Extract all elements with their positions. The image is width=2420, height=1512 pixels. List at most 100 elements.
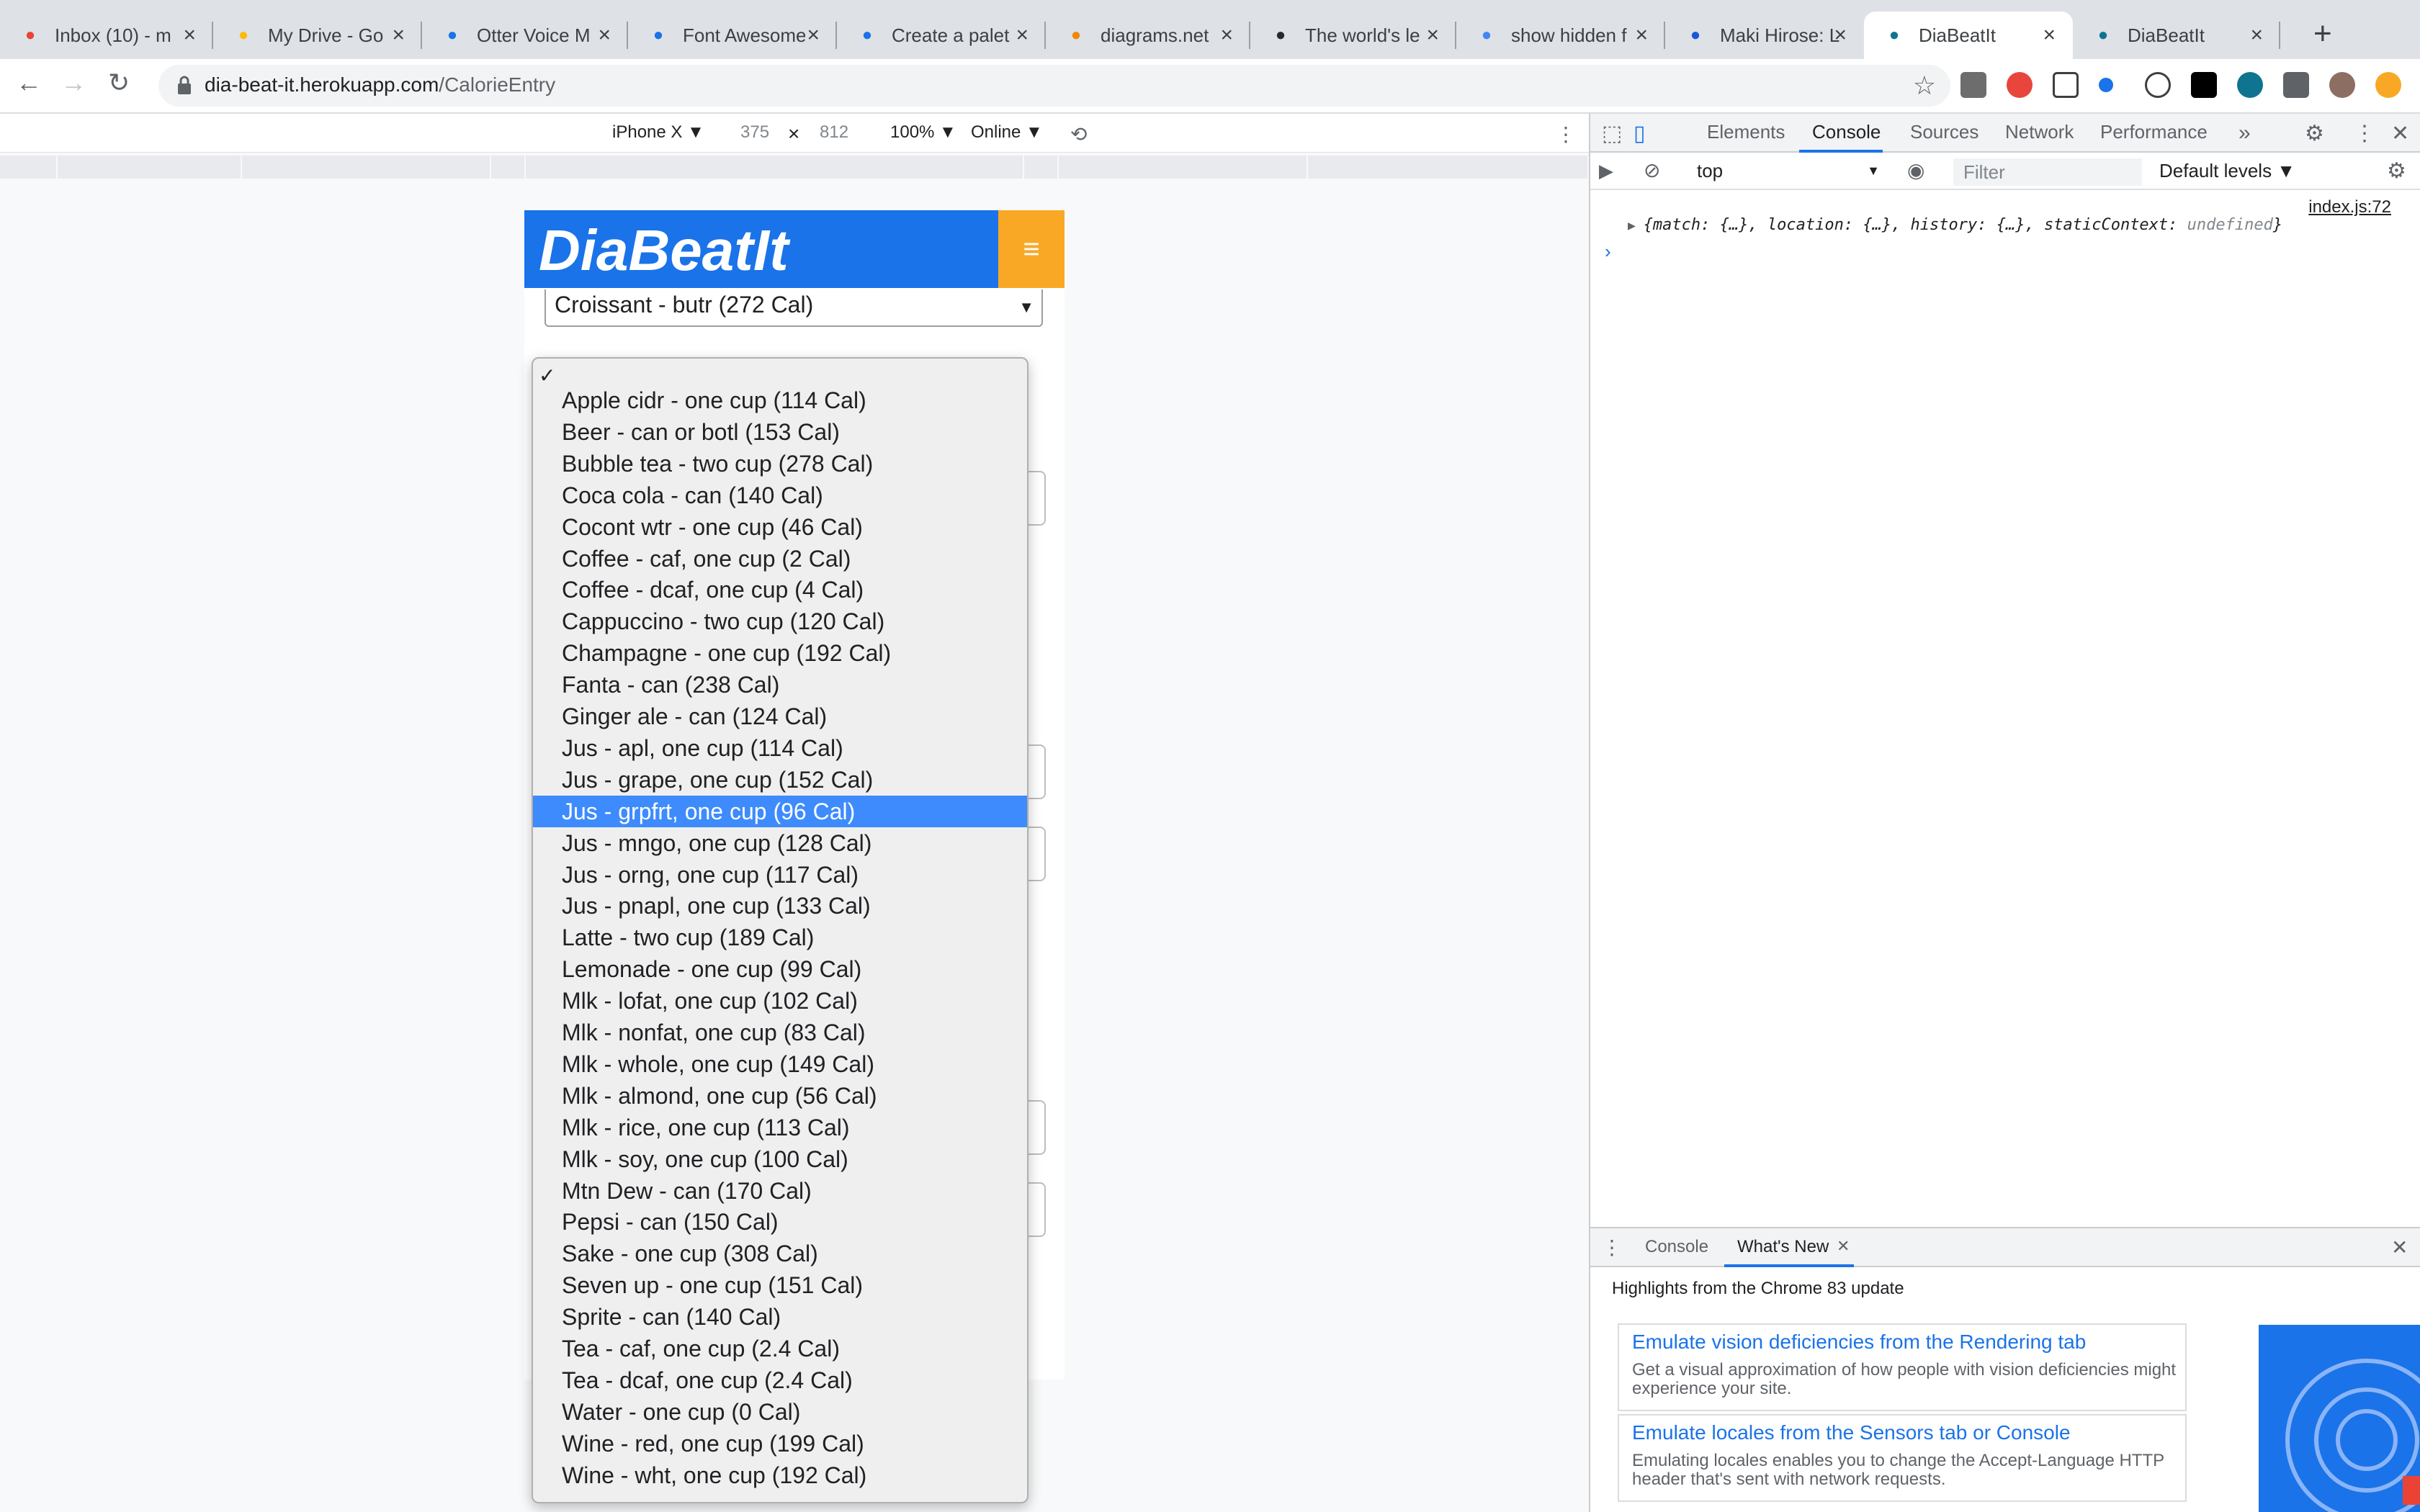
card-title[interactable]: Emulate locales from the Sensors tab or …: [1632, 1421, 2071, 1444]
drawer-tab-whats-new[interactable]: What's New: [1737, 1237, 1829, 1257]
dropdown-option[interactable]: Tea - dcaf, one cup (2.4 Cal): [533, 1364, 1027, 1396]
dropdown-option[interactable]: Jus - apl, one cup (114 Cal): [533, 732, 1027, 764]
dropdown-option[interactable]: Mlk - lofat, one cup (102 Cal): [533, 985, 1027, 1017]
dropdown-option[interactable]: Seven up - one cup (151 Cal): [533, 1269, 1027, 1301]
browser-tab[interactable]: ● Inbox (10) - m ×: [0, 12, 213, 59]
source-link[interactable]: index.js:72: [2308, 197, 2391, 217]
close-tab-icon[interactable]: ×: [1016, 23, 1028, 48]
browser-tab[interactable]: ● My Drive - Go ×: [213, 12, 422, 59]
log-levels-select[interactable]: Default levels ▼: [2159, 160, 2295, 182]
dropdown-option[interactable]: Wine - wht, one cup (192 Cal): [533, 1459, 1027, 1491]
close-tab-icon[interactable]: ×: [1426, 23, 1439, 48]
puzzle-icon[interactable]: [2283, 72, 2309, 98]
dropdown-option[interactable]: Pepsi - can (150 Cal): [533, 1206, 1027, 1238]
card-title[interactable]: Emulate vision deficiencies from the Ren…: [1632, 1331, 2086, 1354]
device-toggle-icon[interactable]: ▯: [1634, 121, 1646, 146]
expand-triangle-icon[interactable]: ▶: [1628, 218, 1644, 233]
new-tab-button[interactable]: +: [2313, 16, 2332, 52]
dropdown-option[interactable]: Mlk - nonfat, one cup (83 Cal): [533, 1017, 1027, 1048]
dropdown-option[interactable]: Latte - two cup (189 Cal): [533, 922, 1027, 953]
settings-gear-icon[interactable]: ⚙: [2305, 121, 2324, 146]
device-select[interactable]: iPhone X ▼: [612, 122, 704, 143]
tab-console[interactable]: Console: [1812, 121, 1881, 143]
dropdown-option[interactable]: Mlk - whole, one cup (149 Cal): [533, 1048, 1027, 1080]
dropdown-option[interactable]: Cocont wtr - one cup (46 Cal): [533, 511, 1027, 543]
dropdown-option[interactable]: Wine - red, one cup (199 Cal): [533, 1428, 1027, 1459]
flag-extension-icon[interactable]: [2191, 72, 2217, 98]
eye-icon[interactable]: ◉: [1907, 158, 1924, 182]
browser-tab[interactable]: ● DiaBeatIt ×: [2073, 12, 2280, 59]
filter-input[interactable]: Filter: [1953, 158, 2142, 186]
address-bar[interactable]: dia-beat-it.herokuapp.com/CalorieEntry ☆: [158, 65, 1950, 107]
dropdown-option[interactable]: Fanta - can (238 Cal): [533, 669, 1027, 701]
browser-tab[interactable]: ● Otter Voice M ×: [422, 12, 628, 59]
back-arrow-icon[interactable]: ←: [16, 68, 42, 98]
clear-console-icon[interactable]: ⊘: [1644, 158, 1660, 182]
close-tab-icon[interactable]: ×: [1635, 23, 1648, 48]
browser-tab[interactable]: ● DiaBeatIt ×: [1864, 12, 2073, 59]
height-field[interactable]: 812: [820, 122, 848, 143]
tab-network[interactable]: Network: [2005, 121, 2074, 143]
drink-dropdown-list[interactable]: ✓ Apple cidr - one cup (114 Cal) Beer - c…: [532, 357, 1028, 1503]
close-drawer-icon[interactable]: ✕: [2391, 1236, 2408, 1259]
screenshot-icon[interactable]: [2053, 72, 2079, 98]
close-tab-icon[interactable]: ×: [1834, 23, 1847, 48]
rotate-icon[interactable]: ⟲: [1070, 122, 1087, 146]
close-devtools-icon[interactable]: ✕: [2391, 121, 2409, 146]
close-tab-icon[interactable]: ✕: [1837, 1237, 1850, 1256]
dropdown-option[interactable]: Apple cidr - one cup (114 Cal): [533, 384, 1027, 416]
browser-tab[interactable]: ● diagrams.net ×: [1046, 12, 1250, 59]
dropdown-option[interactable]: Tea - caf, one cup (2.4 Cal): [533, 1333, 1027, 1364]
zoom-select[interactable]: 100% ▼: [890, 122, 956, 143]
dropdown-option[interactable]: Champagne - one cup (192 Cal): [533, 637, 1027, 669]
react-devtools-icon[interactable]: [2237, 72, 2263, 98]
drawer-tab-console[interactable]: Console: [1645, 1237, 1708, 1257]
browser-tab[interactable]: ● Maki Hirose: L ×: [1665, 12, 1864, 59]
browser-tab[interactable]: ● Font Awesome ×: [628, 12, 837, 59]
dropdown-option[interactable]: Mlk - soy, one cup (100 Cal): [533, 1143, 1027, 1175]
browser-tab[interactable]: ● The world's le ×: [1250, 12, 1456, 59]
dropdown-option[interactable]: Lemonade - one cup (99 Cal): [533, 953, 1027, 985]
close-tab-icon[interactable]: ×: [807, 23, 820, 48]
bookmark-star-icon[interactable]: ☆: [1913, 71, 1936, 101]
whats-new-card[interactable]: Emulate vision deficiencies from the Ren…: [1618, 1323, 2187, 1411]
dropdown-option[interactable]: Mtn Dew - can (170 Cal): [533, 1175, 1027, 1207]
close-tab-icon[interactable]: ×: [1220, 23, 1233, 48]
dropdown-option[interactable]: Jus - orng, one cup (117 Cal): [533, 859, 1027, 891]
dropdown-option[interactable]: Jus - mngo, one cup (128 Cal): [533, 827, 1027, 859]
more-options-icon[interactable]: ⋮: [1556, 122, 1576, 146]
browser-tab[interactable]: ● Create a palet ×: [837, 12, 1046, 59]
extension-badge-icon[interactable]: [2007, 72, 2033, 98]
devtools-menu-icon[interactable]: ⋮: [2354, 121, 2375, 146]
close-tab-icon[interactable]: ×: [2043, 23, 2056, 48]
network-select[interactable]: Online ▼: [971, 122, 1043, 143]
close-tab-icon[interactable]: ×: [183, 23, 196, 48]
extension-icon[interactable]: [1960, 72, 1986, 98]
close-tab-icon[interactable]: ×: [392, 23, 405, 48]
more-tabs-icon[interactable]: »: [2238, 121, 2251, 145]
dropdown-option[interactable]: Bubble tea - two cup (278 Cal): [533, 448, 1027, 480]
console-prompt[interactable]: ›: [1605, 240, 1611, 263]
avatar[interactable]: [2329, 72, 2355, 98]
dropdown-option[interactable]: Coca cola - can (140 Cal): [533, 480, 1027, 511]
dropdown-option[interactable]: Coffee - caf, one cup (2 Cal): [533, 543, 1027, 575]
tab-performance[interactable]: Performance: [2100, 121, 2208, 143]
code-icon[interactable]: [2145, 72, 2171, 98]
context-select[interactable]: top ▼: [1688, 157, 1888, 184]
whats-new-card[interactable]: Emulate locales from the Sensors tab or …: [1618, 1414, 2187, 1502]
dropdown-option[interactable]: Sake - one cup (308 Cal): [533, 1238, 1027, 1269]
arrows-icon[interactable]: [2099, 78, 2113, 92]
dropdown-option[interactable]: Mlk - rice, one cup (113 Cal): [533, 1112, 1027, 1143]
hamburger-menu-icon[interactable]: ≡: [998, 210, 1065, 288]
dropdown-option[interactable]: Jus - pnapl, one cup (133 Cal): [533, 890, 1027, 922]
close-tab-icon[interactable]: ×: [598, 23, 611, 48]
console-settings-icon[interactable]: ⚙: [2387, 158, 2406, 184]
width-field[interactable]: 375: [740, 122, 769, 143]
dropdown-option[interactable]: Jus - grpfrt, one cup (96 Cal): [533, 795, 1027, 827]
dropdown-option[interactable]: Water - one cup (0 Cal): [533, 1396, 1027, 1428]
dropdown-option[interactable]: Sprite - can (140 Cal): [533, 1301, 1027, 1333]
dropdown-option[interactable]: Coffee - dcaf, one cup (4 Cal): [533, 574, 1027, 606]
reload-icon[interactable]: ↻: [108, 68, 130, 98]
dropdown-option[interactable]: Ginger ale - can (124 Cal): [533, 701, 1027, 732]
tab-sources[interactable]: Sources: [1910, 121, 1978, 143]
